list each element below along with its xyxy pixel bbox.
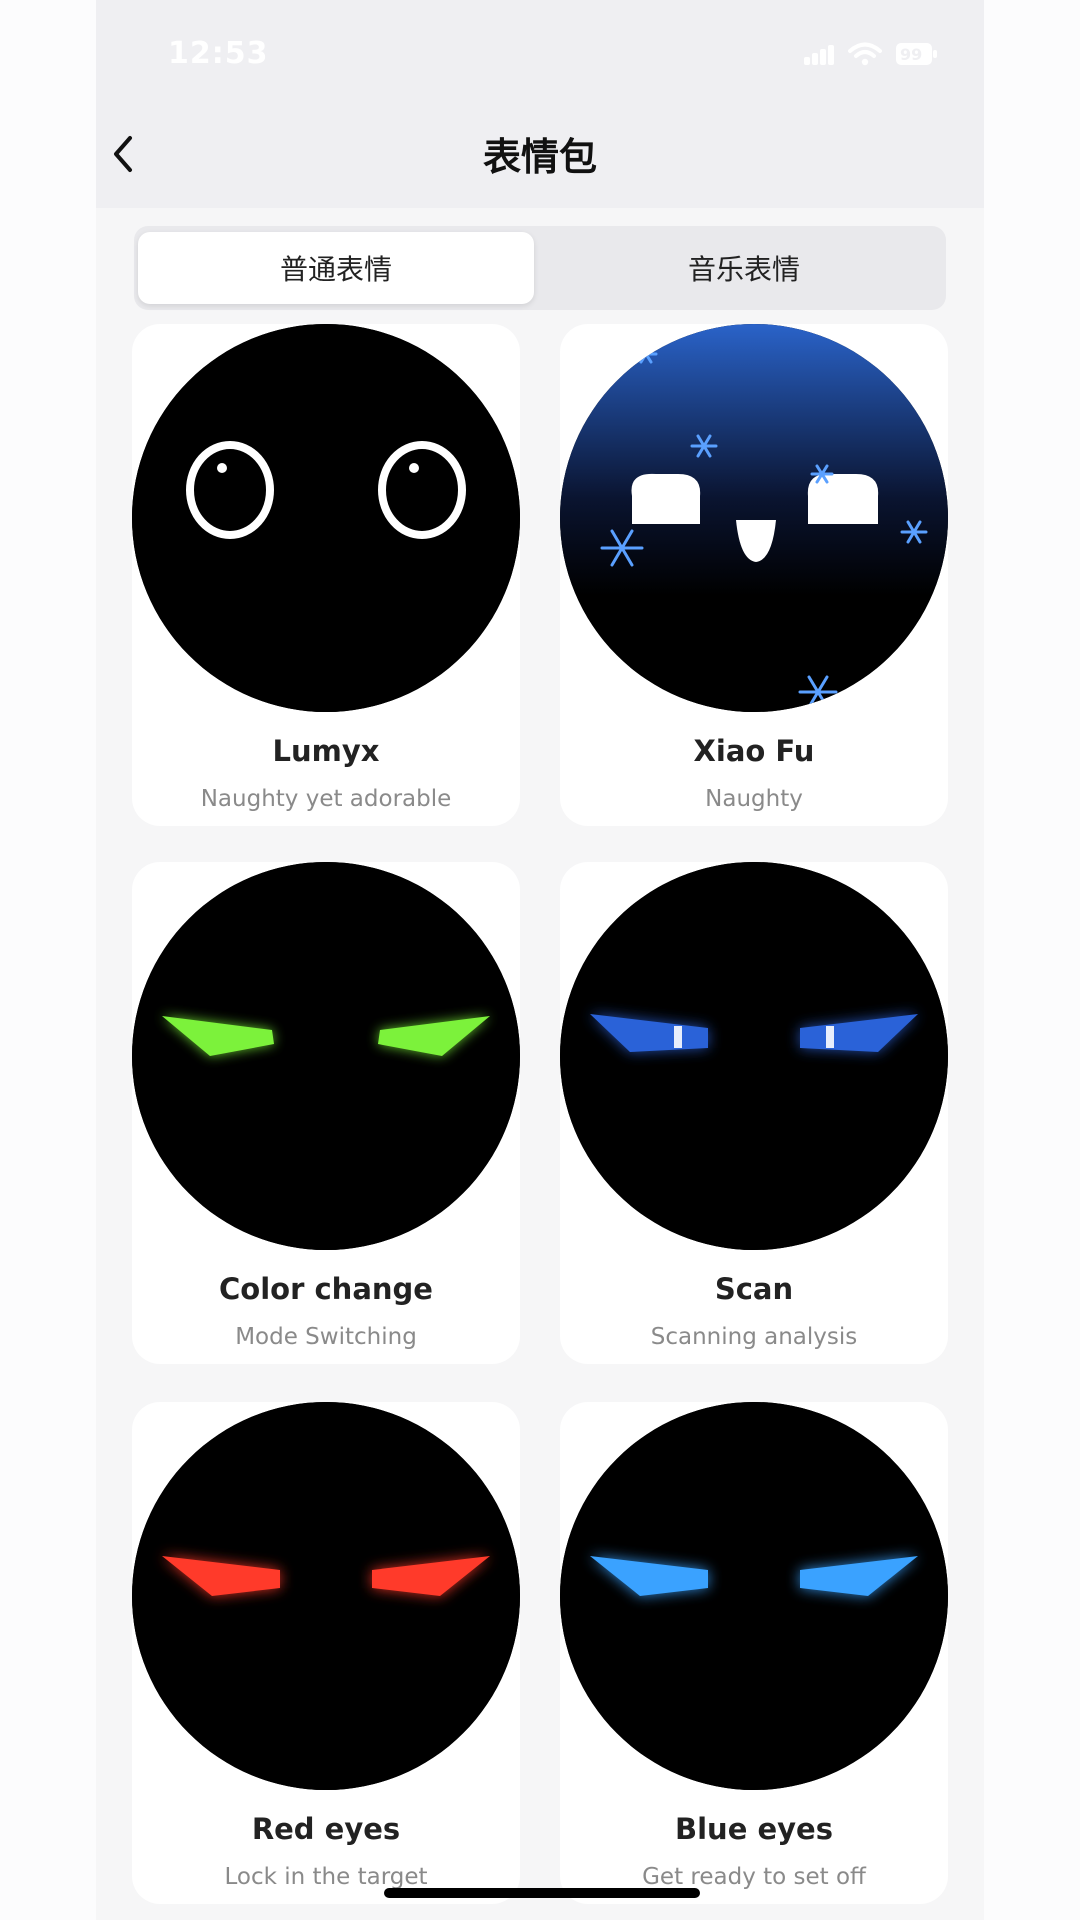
- home-indicator[interactable]: [384, 1888, 700, 1898]
- card-subtitle: Get ready to set off: [642, 1864, 866, 1890]
- expression-card-xiao-fu[interactable]: Xiao Fu Naughty: [560, 324, 948, 826]
- lumyx-face-image: [132, 324, 520, 712]
- card-subtitle: Naughty yet adorable: [200, 786, 452, 812]
- card-title: Color change: [219, 1272, 433, 1306]
- right-margin: [984, 0, 1080, 1920]
- tab-normal-expressions[interactable]: 普通表情: [138, 232, 534, 304]
- battery-level: 99: [900, 45, 923, 64]
- top-bar: 12:53 99 表情包: [96, 0, 984, 208]
- card-title: Lumyx: [272, 734, 380, 768]
- app-screen: 12:53 99 表情包 普通表情 音乐表情 Lumyx Naughty yet…: [96, 0, 984, 1920]
- left-margin: [0, 0, 96, 1920]
- expression-card-red-eyes[interactable]: Red eyes Lock in the target: [132, 1402, 520, 1904]
- card-subtitle: Scanning analysis: [650, 1324, 858, 1350]
- expression-card-color-change[interactable]: Color change Mode Switching: [132, 862, 520, 1364]
- card-title: Scan: [714, 1272, 794, 1306]
- scan-face-image: [560, 862, 948, 1250]
- xiao-fu-face-image: [560, 324, 948, 712]
- segmented-control: 普通表情 音乐表情: [134, 226, 946, 310]
- card-title: Blue eyes: [675, 1812, 833, 1846]
- color-change-face-image: [132, 862, 520, 1250]
- card-subtitle: Naughty: [705, 786, 803, 812]
- card-title: Xiao Fu: [693, 734, 815, 768]
- page-title: 表情包: [482, 135, 597, 179]
- status-icons: 99: [804, 42, 938, 66]
- card-subtitle: Lock in the target: [224, 1864, 428, 1890]
- expression-card-lumyx[interactable]: Lumyx Naughty yet adorable: [132, 324, 520, 826]
- battery-icon: 99: [896, 42, 938, 66]
- expression-card-blue-eyes[interactable]: Blue eyes Get ready to set off: [560, 1402, 948, 1904]
- tab-music-expressions[interactable]: 音乐表情: [546, 232, 942, 304]
- status-time: 12:53: [168, 36, 269, 71]
- blue-eyes-face-image: [560, 1402, 948, 1790]
- signal-icon: [804, 43, 834, 65]
- card-subtitle: Mode Switching: [235, 1324, 417, 1350]
- wifi-icon: [848, 42, 882, 66]
- expression-card-scan[interactable]: Scan Scanning analysis: [560, 862, 948, 1364]
- card-title: Red eyes: [251, 1812, 401, 1846]
- red-eyes-face-image: [132, 1402, 520, 1790]
